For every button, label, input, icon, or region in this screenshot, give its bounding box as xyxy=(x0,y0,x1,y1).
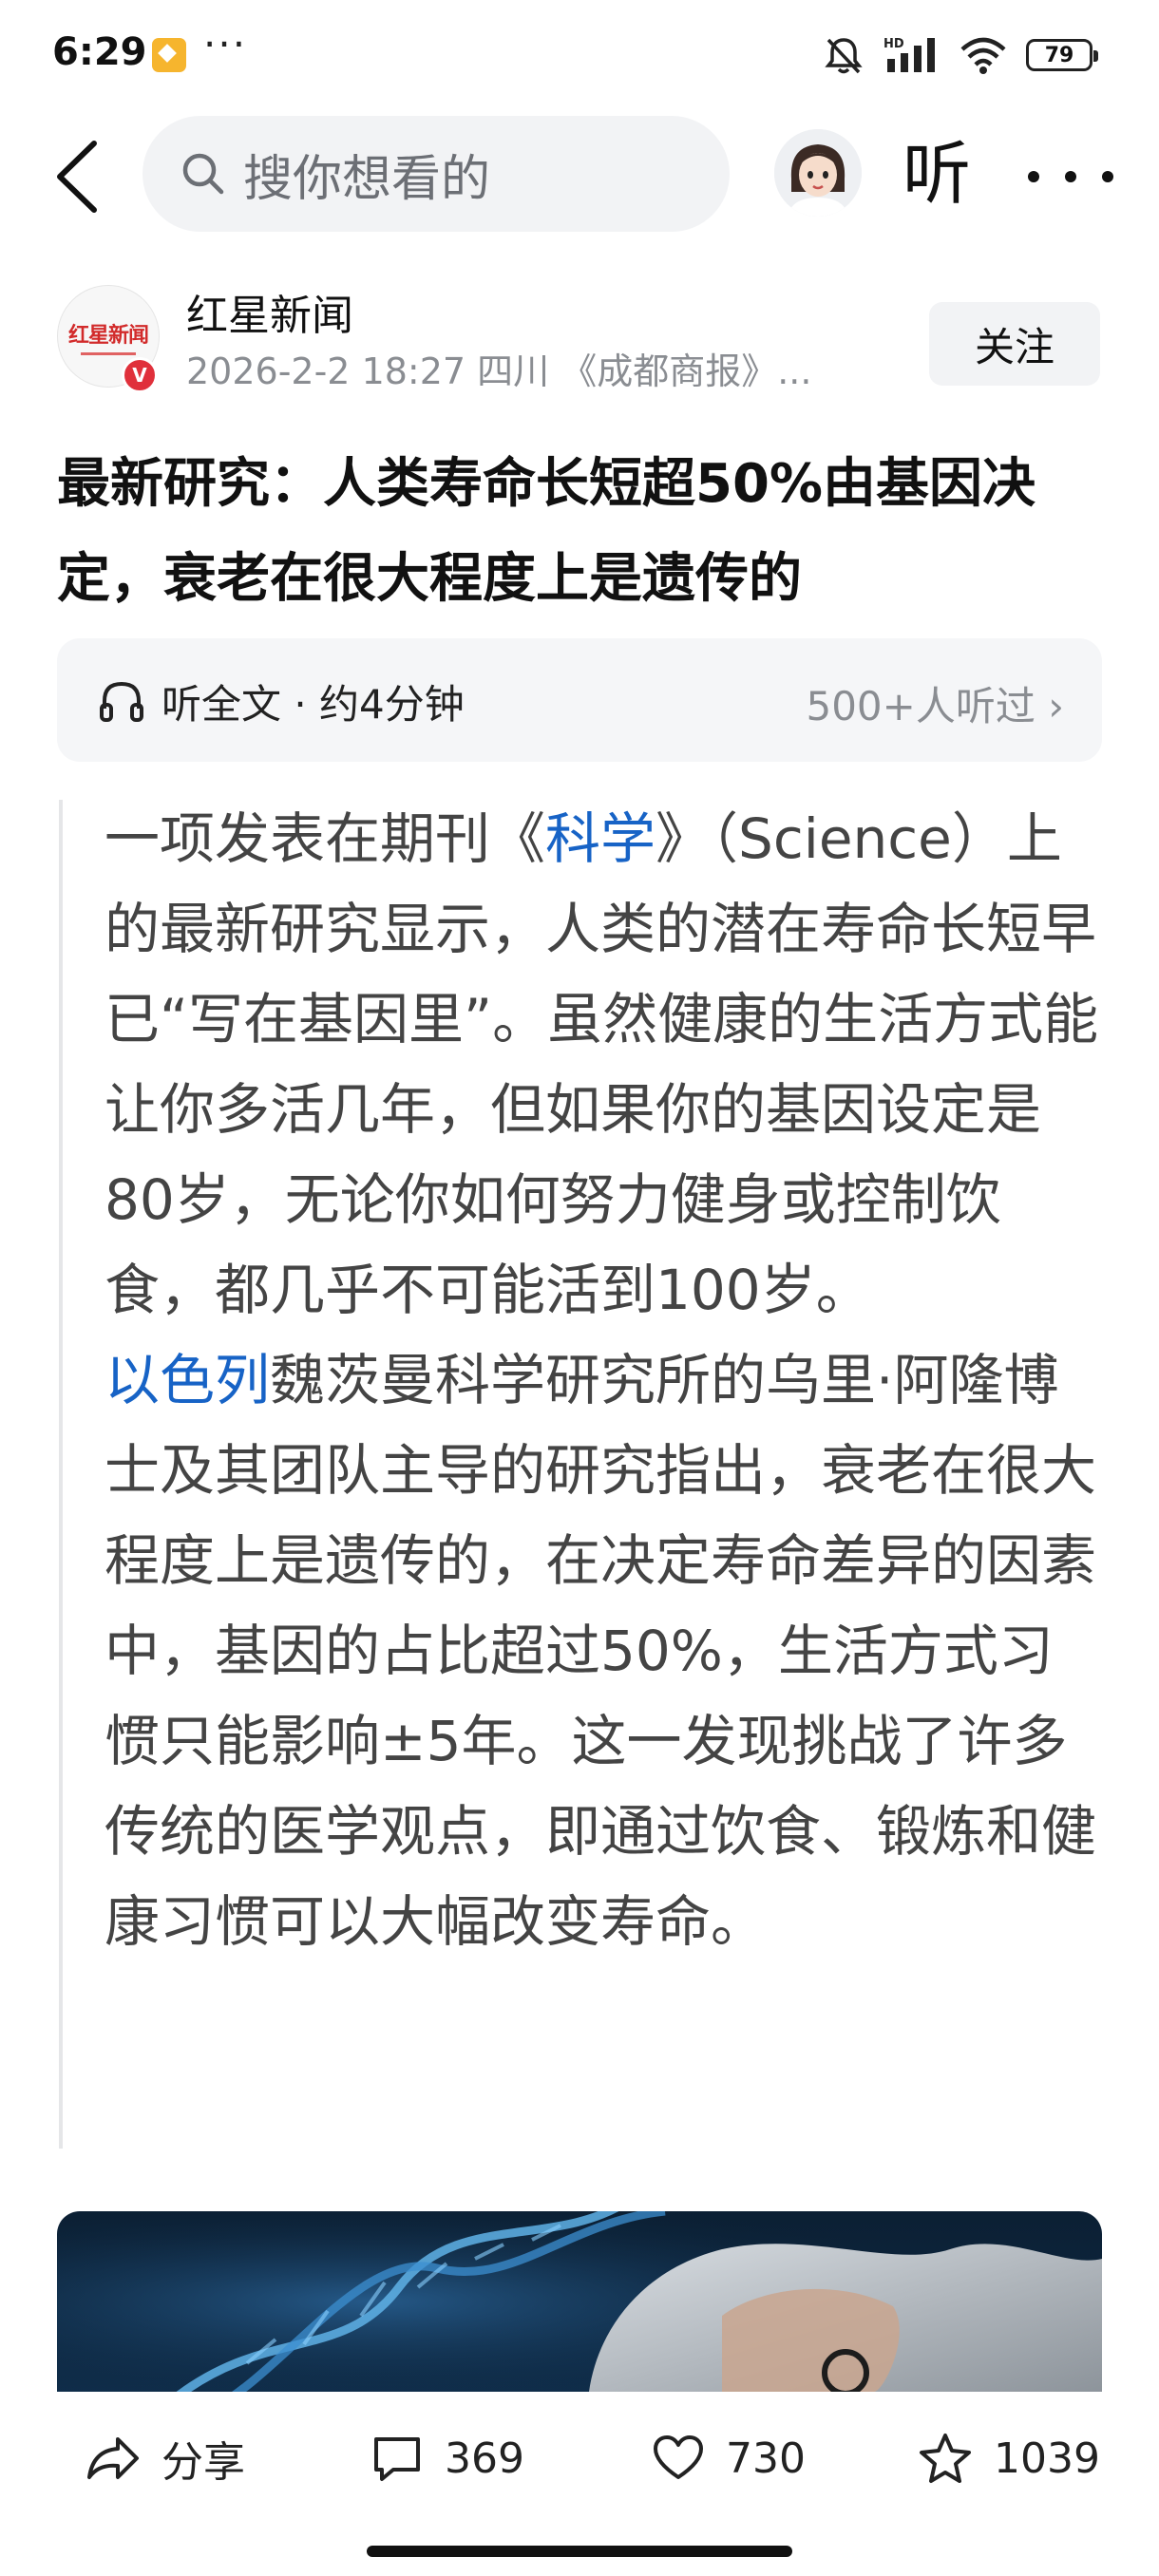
link-israel[interactable]: 以色列 xyxy=(104,1348,270,1412)
article-body: 一项发表在期刊《科学》（Science）上的最新研究显示，人类的潜在寿命长短早已… xyxy=(104,794,1102,1967)
more-options-button[interactable] xyxy=(1028,139,1113,215)
mute-icon xyxy=(825,38,863,74)
paragraph-text: 一项发表在期刊《 xyxy=(104,806,546,871)
status-indicators: HD 79 xyxy=(823,28,1098,82)
share-label: 分享 xyxy=(162,2438,245,2487)
favorite-count: 1039 xyxy=(994,2434,1100,2483)
listen-full-article-card[interactable]: 听全文 · 约4分钟 500+人听过 › xyxy=(57,638,1102,762)
paragraph: 一项发表在期刊《科学》（Science）上的最新研究显示，人类的潜在寿命长短早已… xyxy=(104,794,1102,1335)
dot-icon xyxy=(1102,171,1113,182)
wifi-icon xyxy=(960,37,1006,74)
listen-card-count: 500+人听过 › xyxy=(806,683,1064,729)
battery-indicator: 79 xyxy=(1026,39,1098,71)
like-count: 730 xyxy=(726,2434,806,2483)
share-icon xyxy=(87,2437,139,2479)
link-science[interactable]: 科学 xyxy=(545,806,656,871)
paragraph-text: 》（Science）上的最新研究显示，人类的潜在寿命长短早已“写在基因里”。虽然… xyxy=(104,806,1099,1322)
back-button[interactable] xyxy=(44,129,110,224)
listen-card-label: 听全文 · 约4分钟 xyxy=(162,681,465,728)
network-label: HD xyxy=(884,37,904,51)
headphone-icon xyxy=(100,681,143,722)
logo-underline xyxy=(81,351,136,355)
follow-button[interactable]: 关注 xyxy=(929,302,1100,386)
avatar-portrait xyxy=(774,129,862,217)
battery-level: 79 xyxy=(1044,43,1074,67)
comment-icon xyxy=(374,2437,420,2481)
like-button[interactable]: 730 xyxy=(652,2420,806,2496)
star-icon xyxy=(920,2434,971,2483)
nav-bar: 搜你想看的 听 xyxy=(0,112,1159,236)
article-title: 最新研究：人类寿命长短超50%由基因决定，衰老在很大程度上是遗传的 xyxy=(57,453,1036,610)
dna-illustration xyxy=(57,2211,1102,2392)
paragraph-text: 魏茨曼科学研究所的乌里·阿隆博士及其团队主导的研究指出，衰老在很大程度上是遗传的… xyxy=(104,1348,1097,1954)
paragraph: 以色列魏茨曼科学研究所的乌里·阿隆博士及其团队主导的研究指出，衰老在很大程度上是… xyxy=(104,1335,1102,1967)
dot-icon xyxy=(1028,171,1039,182)
logo-text: 红星新闻 xyxy=(67,322,149,348)
home-indicator[interactable] xyxy=(367,2546,792,2557)
search-input[interactable]: 搜你想看的 xyxy=(142,116,730,232)
favorite-button[interactable]: 1039 xyxy=(918,2420,1100,2496)
author-row: 红星新闻 V 红星新闻 2026-2-2 18:27 四川 《成都商报》... … xyxy=(0,275,1159,408)
status-time: 6:29 xyxy=(52,30,147,74)
signal-icon: HD xyxy=(884,37,935,72)
search-icon xyxy=(182,153,224,195)
notification-icon xyxy=(152,38,186,72)
listen-button[interactable]: 听 xyxy=(902,131,971,217)
author-meta: 2026-2-2 18:27 四川 《成都商报》... xyxy=(186,350,812,392)
heart-icon xyxy=(654,2435,703,2479)
share-button[interactable]: 分享 xyxy=(86,2420,245,2496)
comment-button[interactable]: 369 xyxy=(370,2420,524,2496)
comment-count: 369 xyxy=(445,2434,524,2483)
status-more: ··· xyxy=(203,21,248,67)
author-name[interactable]: 红星新闻 xyxy=(186,281,353,342)
status-bar: 6:29 ··· HD 79 xyxy=(0,0,1159,112)
search-placeholder: 搜你想看的 xyxy=(243,150,491,208)
verified-badge: V xyxy=(122,357,158,393)
quote-bar xyxy=(59,800,63,2149)
chevron-left-icon xyxy=(57,141,97,213)
dot-icon xyxy=(1065,171,1076,182)
avatar[interactable] xyxy=(774,129,862,217)
article-image[interactable] xyxy=(57,2211,1102,2392)
